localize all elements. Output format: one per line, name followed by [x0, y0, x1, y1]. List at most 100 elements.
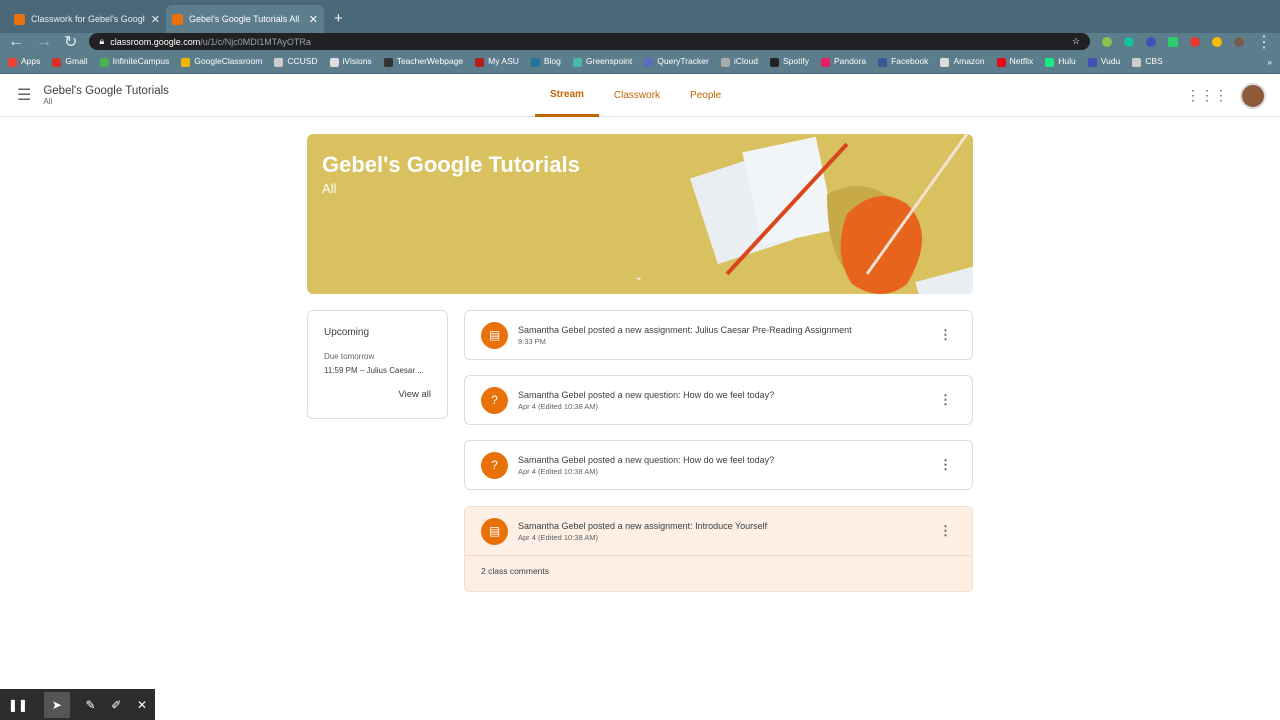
more-options-icon[interactable]: ⋮ [939, 457, 952, 473]
bookmark-favicon-icon [996, 57, 1006, 67]
assignment-icon: ▤ [481, 321, 508, 349]
drive-icon[interactable] [1212, 36, 1222, 47]
bookmark-ccusd[interactable]: CCUSD [274, 56, 318, 67]
new-tab-button[interactable]: + [334, 10, 343, 27]
tab-strip: Classwork for Gebel's Google T✕ Gebel's … [0, 0, 1280, 33]
bookmark-googleclassroom[interactable]: GoogleClassroom [181, 56, 262, 67]
bookmark-favicon-icon [820, 57, 830, 67]
assignment-icon: ▤ [481, 517, 508, 545]
bookmark-favicon-icon [644, 57, 654, 67]
extension-k-icon[interactable] [1146, 36, 1156, 47]
bookmark-favicon-icon [99, 57, 109, 67]
google-apps-icon[interactable]: ⋮⋮⋮ [1186, 87, 1228, 104]
bookmark-favicon-icon [878, 57, 888, 67]
bookmarks-bar: Apps Gmail InfiniteCampus GoogleClassroom CC… [0, 50, 1280, 74]
banner-section: All [322, 181, 337, 196]
pause-icon[interactable]: ❚❚ [8, 698, 28, 712]
bookmark-facebook[interactable]: Facebook [878, 56, 928, 67]
bookmark-amazon[interactable]: Amazon [940, 56, 985, 67]
forward-icon[interactable]: → [36, 33, 52, 51]
stream-post[interactable]: ▤ Samantha Gebel posted a new assignment:… [464, 506, 973, 592]
browser-tab-active[interactable]: Gebel's Google Tutorials All ✕ [166, 5, 324, 33]
cursor-icon[interactable]: ➤ [43, 691, 70, 718]
stream-post[interactable]: ? Samantha Gebel posted a new question: H… [464, 440, 973, 490]
lock-icon: 🔒︎ [99, 36, 105, 46]
bookmark-greenspoint[interactable]: Greenspoint [572, 56, 632, 67]
tab-classwork[interactable]: Classwork [599, 74, 675, 117]
view-all-link[interactable]: View all [398, 389, 431, 400]
reload-icon[interactable]: ↻ [64, 32, 77, 52]
bookmark-star-icon[interactable]: ☆ [1072, 36, 1080, 47]
bookmark-favicon-icon [572, 57, 582, 67]
bookmark-favicon-icon [940, 57, 950, 67]
bookmark-favicon-icon [769, 57, 779, 67]
class-header: ☰ Gebel's Google Tutorials All Stream Cla… [0, 74, 1280, 117]
highlighter-icon[interactable]: ✐ [111, 698, 121, 712]
extension-icon[interactable] [1102, 36, 1112, 47]
bookmark-favicon-icon [274, 57, 284, 67]
extension-icon[interactable] [1168, 36, 1178, 47]
bookmark-vudu[interactable]: Vudu [1087, 56, 1120, 67]
bookmark-favicon-icon [181, 57, 191, 67]
upcoming-card: Upcoming Due tomorrow 11:59 PM – Julius … [307, 310, 448, 419]
bookmark-favicon-icon [530, 57, 540, 67]
classroom-favicon-icon [14, 13, 25, 25]
class-name[interactable]: Gebel's Google Tutorials [43, 85, 169, 97]
recording-toolbar: ❚❚ ➤ ✎ ✐ ✕ [0, 689, 155, 720]
bookmark-spotify[interactable]: Spotify [769, 56, 809, 67]
bookmark-favicon-icon [475, 57, 485, 67]
bookmark-infinitecampus[interactable]: InfiniteCampus [99, 56, 169, 67]
bookmark-favicon-icon [8, 57, 17, 67]
class-banner: Gebel's Google Tutorials All ⌄ [307, 134, 973, 294]
bookmark-favicon-icon [1087, 57, 1097, 67]
bookmark-favicon-icon [1045, 57, 1055, 67]
avatar[interactable] [1240, 83, 1266, 109]
browser-tab[interactable]: Classwork for Gebel's Google T✕ [8, 5, 166, 33]
grammarly-icon[interactable] [1124, 36, 1134, 47]
close-tab-icon[interactable]: ✕ [151, 13, 160, 26]
bookmark-netflix[interactable]: Netflix [996, 56, 1033, 67]
pen-icon[interactable]: ✎ [85, 698, 95, 712]
more-options-icon[interactable]: ⋮ [939, 523, 952, 539]
bookmark-favicon-icon [52, 57, 62, 67]
bookmarks-overflow-icon[interactable]: » [1267, 57, 1272, 67]
bookmark-icloud[interactable]: iCloud [720, 56, 758, 67]
bookmark-cbs[interactable]: CBS [1132, 56, 1163, 67]
bookmark-hulu[interactable]: Hulu [1045, 56, 1076, 67]
stream-post[interactable]: ▤ Samantha Gebel posted a new assignment:… [464, 310, 973, 360]
profile-icon[interactable] [1234, 36, 1244, 47]
banner-title: Gebel's Google Tutorials [322, 152, 580, 177]
hamburger-menu-icon[interactable]: ☰ [17, 85, 31, 105]
bookmark-pandora[interactable]: Pandora [820, 56, 866, 67]
bookmark-favicon-icon [383, 57, 393, 67]
more-options-icon[interactable]: ⋮ [939, 327, 952, 343]
close-tab-icon[interactable]: ✕ [309, 13, 318, 26]
bookmark-apps[interactable]: Apps [8, 56, 40, 67]
tab-people[interactable]: People [675, 74, 736, 117]
browser-toolbar: ← → ↻ 🔒︎ classroom.google.com/u/1/c/Njc0… [0, 32, 1280, 52]
class-comments-link[interactable]: 2 class comments [465, 555, 972, 591]
class-section: All [43, 96, 53, 106]
bookmark-favicon-icon [1132, 57, 1142, 67]
address-bar[interactable]: 🔒︎ classroom.google.com/u/1/c/Njc0MDI1MT… [89, 33, 1090, 50]
bookmark-ivisions[interactable]: iVisions [329, 56, 372, 67]
bookmark-querytracker[interactable]: QueryTracker [644, 56, 709, 67]
question-icon: ? [481, 386, 508, 414]
bookmark-teacherwebpage[interactable]: TeacherWebpage [383, 56, 463, 67]
bookmark-favicon-icon [720, 57, 730, 67]
question-icon: ? [481, 451, 508, 479]
chevron-down-icon[interactable]: ⌄ [634, 270, 643, 283]
close-icon[interactable]: ✕ [137, 698, 147, 712]
bookmark-blog[interactable]: Blog [530, 56, 561, 67]
back-icon[interactable]: ← [8, 33, 24, 51]
stream-post[interactable]: ? Samantha Gebel posted a new question: H… [464, 375, 973, 425]
tab-stream[interactable]: Stream [535, 74, 599, 117]
browser-menu-icon[interactable]: ⋮ [1256, 32, 1272, 52]
extension-icon[interactable] [1190, 36, 1200, 47]
upcoming-item[interactable]: 11:59 PM – Julius Caesar ... [324, 366, 431, 375]
bookmark-my-asu[interactable]: My ASU [475, 56, 519, 67]
classroom-favicon-icon [172, 13, 183, 25]
bookmark-favicon-icon [329, 57, 339, 67]
more-options-icon[interactable]: ⋮ [939, 392, 952, 408]
bookmark-gmail[interactable]: Gmail [52, 56, 88, 67]
